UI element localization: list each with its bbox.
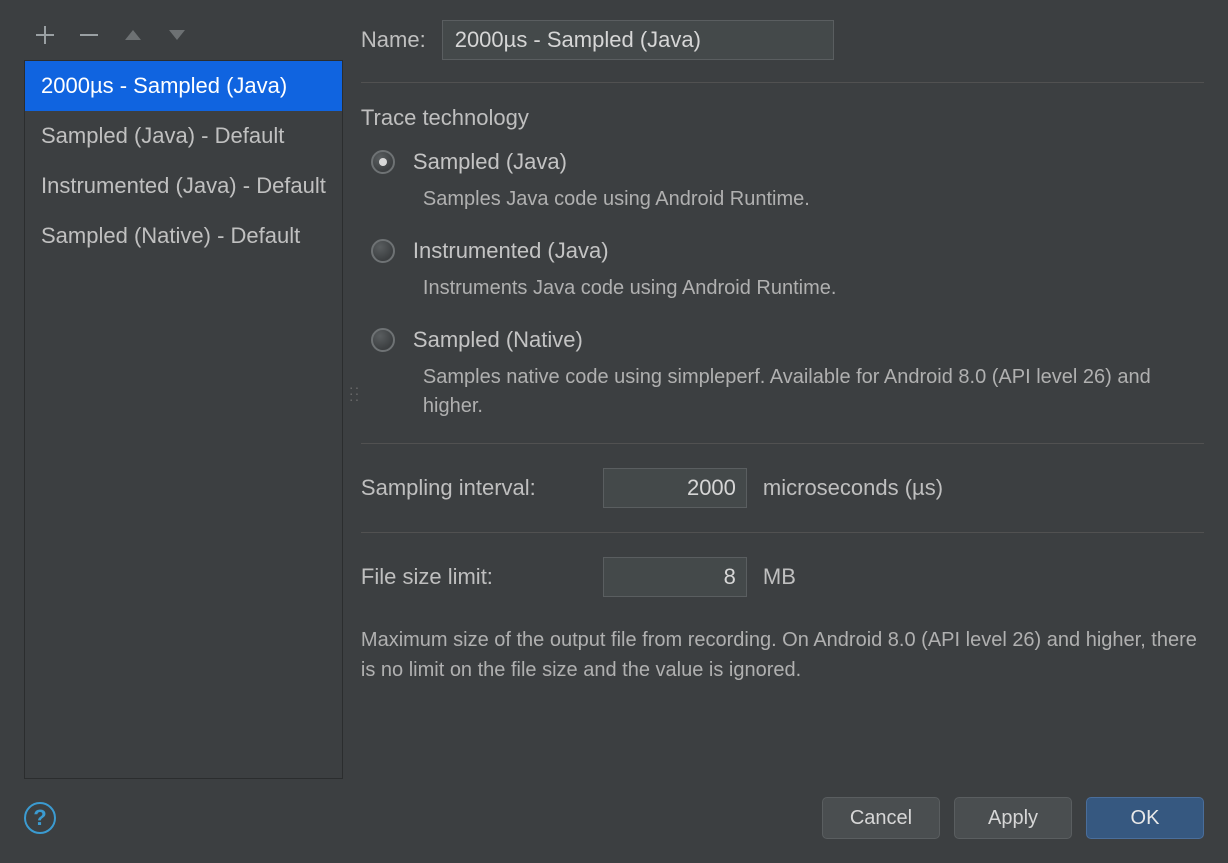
main-content: 2000µs - Sampled (Java) Sampled (Java) -…	[24, 18, 1204, 779]
sampling-interval-label: Sampling interval:	[361, 475, 587, 501]
file-size-limit-label: File size limit:	[361, 564, 587, 590]
help-icon[interactable]: ?	[24, 802, 56, 834]
move-down-icon[interactable]	[166, 24, 188, 46]
file-size-limit-hint: Maximum size of the output file from rec…	[361, 625, 1204, 685]
name-label: Name:	[361, 27, 426, 53]
radio-label: Instrumented (Java)	[413, 238, 609, 264]
name-input[interactable]	[442, 20, 834, 60]
radio-description: Instruments Java code using Android Runt…	[361, 270, 1204, 325]
list-toolbar	[24, 18, 343, 60]
radio-description: Samples Java code using Android Runtime.	[361, 181, 1204, 236]
radio-icon	[371, 150, 395, 174]
radio-label: Sampled (Java)	[413, 149, 567, 175]
ok-button[interactable]: OK	[1086, 797, 1204, 839]
left-panel: 2000µs - Sampled (Java) Sampled (Java) -…	[24, 18, 343, 779]
divider	[361, 443, 1204, 444]
remove-icon[interactable]	[78, 24, 100, 46]
sampling-interval-input[interactable]	[603, 468, 747, 508]
radio-icon	[371, 239, 395, 263]
sampling-interval-unit: microseconds (µs)	[763, 475, 943, 501]
list-item[interactable]: 2000µs - Sampled (Java)	[25, 61, 342, 111]
right-panel: ······ Name: Trace technology Sampled (J…	[361, 18, 1204, 779]
name-row: Name:	[361, 20, 1204, 60]
apply-button[interactable]: Apply	[954, 797, 1072, 839]
splitter-handle[interactable]: ······	[349, 384, 360, 402]
trace-technology-title: Trace technology	[361, 105, 1204, 131]
list-item[interactable]: Sampled (Native) - Default	[25, 211, 342, 261]
radio-sampled-native[interactable]: Sampled (Native)	[361, 325, 1204, 359]
button-bar: ? Cancel Apply OK	[24, 797, 1204, 839]
trace-technology-group: Sampled (Java) Samples Java code using A…	[361, 147, 1204, 443]
radio-icon	[371, 328, 395, 352]
divider	[361, 82, 1204, 83]
profile-list[interactable]: 2000µs - Sampled (Java) Sampled (Java) -…	[24, 60, 343, 779]
add-icon[interactable]	[34, 24, 56, 46]
list-item[interactable]: Sampled (Java) - Default	[25, 111, 342, 161]
move-up-icon[interactable]	[122, 24, 144, 46]
file-size-limit-row: File size limit: MB	[361, 557, 1204, 597]
file-size-limit-input[interactable]	[603, 557, 747, 597]
radio-instrumented-java[interactable]: Instrumented (Java)	[361, 236, 1204, 270]
radio-sampled-java[interactable]: Sampled (Java)	[361, 147, 1204, 181]
radio-description: Samples native code using simpleperf. Av…	[361, 359, 1204, 443]
list-item[interactable]: Instrumented (Java) - Default	[25, 161, 342, 211]
sampling-interval-row: Sampling interval: microseconds (µs)	[361, 468, 1204, 508]
file-size-limit-unit: MB	[763, 564, 796, 590]
divider	[361, 532, 1204, 533]
profiling-config-dialog: 2000µs - Sampled (Java) Sampled (Java) -…	[0, 0, 1228, 863]
cancel-button[interactable]: Cancel	[822, 797, 940, 839]
radio-label: Sampled (Native)	[413, 327, 583, 353]
